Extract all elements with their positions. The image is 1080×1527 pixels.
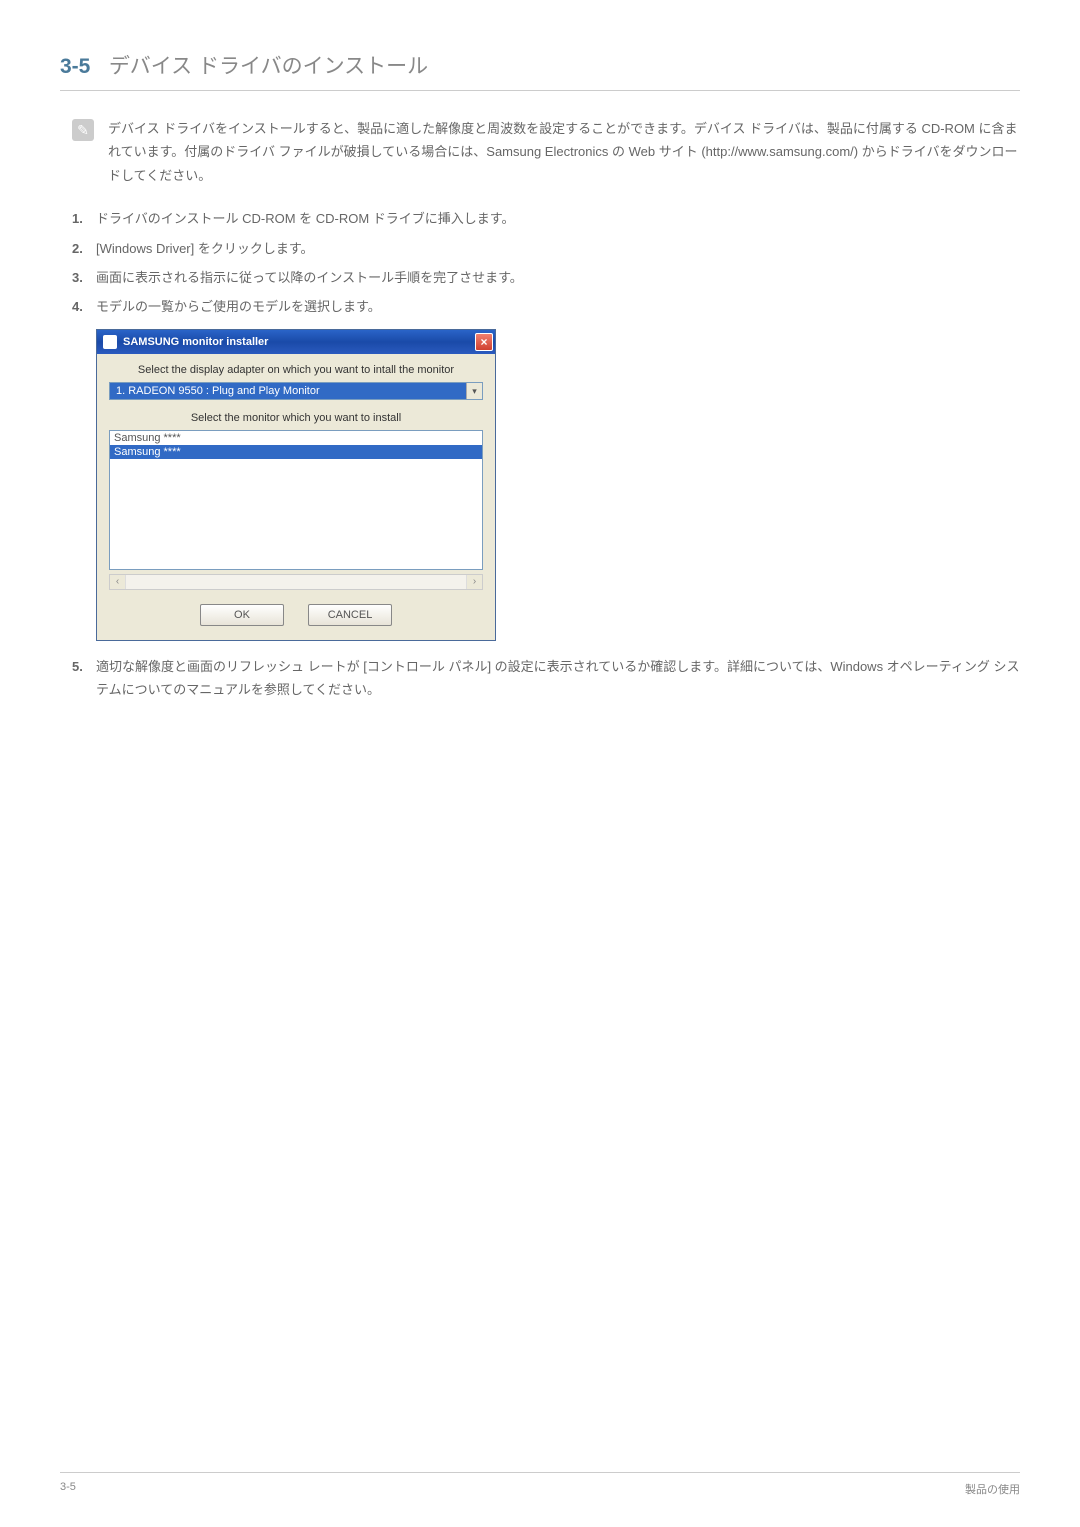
close-button[interactable]: × <box>475 333 493 351</box>
step-text: 適切な解像度と画面のリフレッシュ レートが [コントロール パネル] の設定に表… <box>96 655 1020 702</box>
ok-button[interactable]: OK <box>200 604 284 626</box>
section-title: デバイス ドライバのインストール <box>109 55 428 78</box>
scroll-track[interactable] <box>126 575 466 589</box>
scroll-left-icon[interactable]: ‹ <box>110 575 126 589</box>
footer-page-number: 3-5 <box>60 1481 76 1497</box>
scroll-right-icon[interactable]: › <box>466 575 482 589</box>
step-text: ドライバのインストール CD-ROM を CD-ROM ドライブに挿入します。 <box>96 207 1020 230</box>
step-text: [Windows Driver] をクリックします。 <box>96 237 1020 260</box>
note-text: デバイス ドライバをインストールすると、製品に適した解像度と周波数を設定すること… <box>108 117 1020 187</box>
adapter-dropdown[interactable]: 1. RADEON 9550 : Plug and Play Monitor ▾ <box>109 382 483 400</box>
horizontal-scrollbar[interactable]: ‹ › <box>109 574 483 590</box>
list-item[interactable]: Samsung **** <box>110 445 482 459</box>
steps-list-continued: 5. 適切な解像度と画面のリフレッシュ レートが [コントロール パネル] の設… <box>60 655 1020 702</box>
monitor-prompt: Select the monitor which you want to ins… <box>109 412 483 424</box>
step-item: 5. 適切な解像度と画面のリフレッシュ レートが [コントロール パネル] の設… <box>72 655 1020 702</box>
chevron-down-icon[interactable]: ▾ <box>466 383 482 399</box>
step-item: 3. 画面に表示される指示に従って以降のインストール手順を完了させます。 <box>72 266 1020 289</box>
steps-list: 1. ドライバのインストール CD-ROM を CD-ROM ドライブに挿入しま… <box>60 207 1020 319</box>
step-text: モデルの一覧からご使用のモデルを選択します。 <box>96 295 1020 318</box>
step-number: 4. <box>72 295 96 318</box>
step-text: 画面に表示される指示に従って以降のインストール手順を完了させます。 <box>96 266 1020 289</box>
step-number: 2. <box>72 237 96 260</box>
page-footer: 3-5 製品の使用 <box>60 1472 1020 1497</box>
installer-dialog: SAMSUNG monitor installer × Select the d… <box>96 329 496 641</box>
list-item[interactable]: Samsung **** <box>110 431 482 445</box>
step-number: 5. <box>72 655 96 678</box>
step-item: 1. ドライバのインストール CD-ROM を CD-ROM ドライブに挿入しま… <box>72 207 1020 230</box>
titlebar[interactable]: SAMSUNG monitor installer × <box>97 330 495 354</box>
window-title: SAMSUNG monitor installer <box>123 336 268 348</box>
app-icon <box>103 335 117 349</box>
note-callout: ✎ デバイス ドライバをインストールすると、製品に適した解像度と周波数を設定する… <box>60 117 1020 187</box>
step-item: 4. モデルの一覧からご使用のモデルを選択します。 <box>72 295 1020 318</box>
page-heading: 3-5 デバイス ドライバのインストール <box>60 50 1020 91</box>
cancel-button[interactable]: CANCEL <box>308 604 392 626</box>
step-number: 3. <box>72 266 96 289</box>
monitor-listbox[interactable]: Samsung **** Samsung **** <box>109 430 483 570</box>
footer-section-name: 製品の使用 <box>965 1481 1020 1497</box>
adapter-value: 1. RADEON 9550 : Plug and Play Monitor <box>110 383 466 399</box>
step-item: 2. [Windows Driver] をクリックします。 <box>72 237 1020 260</box>
adapter-prompt: Select the display adapter on which you … <box>109 364 483 376</box>
note-icon: ✎ <box>72 119 94 141</box>
step-number: 1. <box>72 207 96 230</box>
section-number: 3-5 <box>60 55 90 78</box>
